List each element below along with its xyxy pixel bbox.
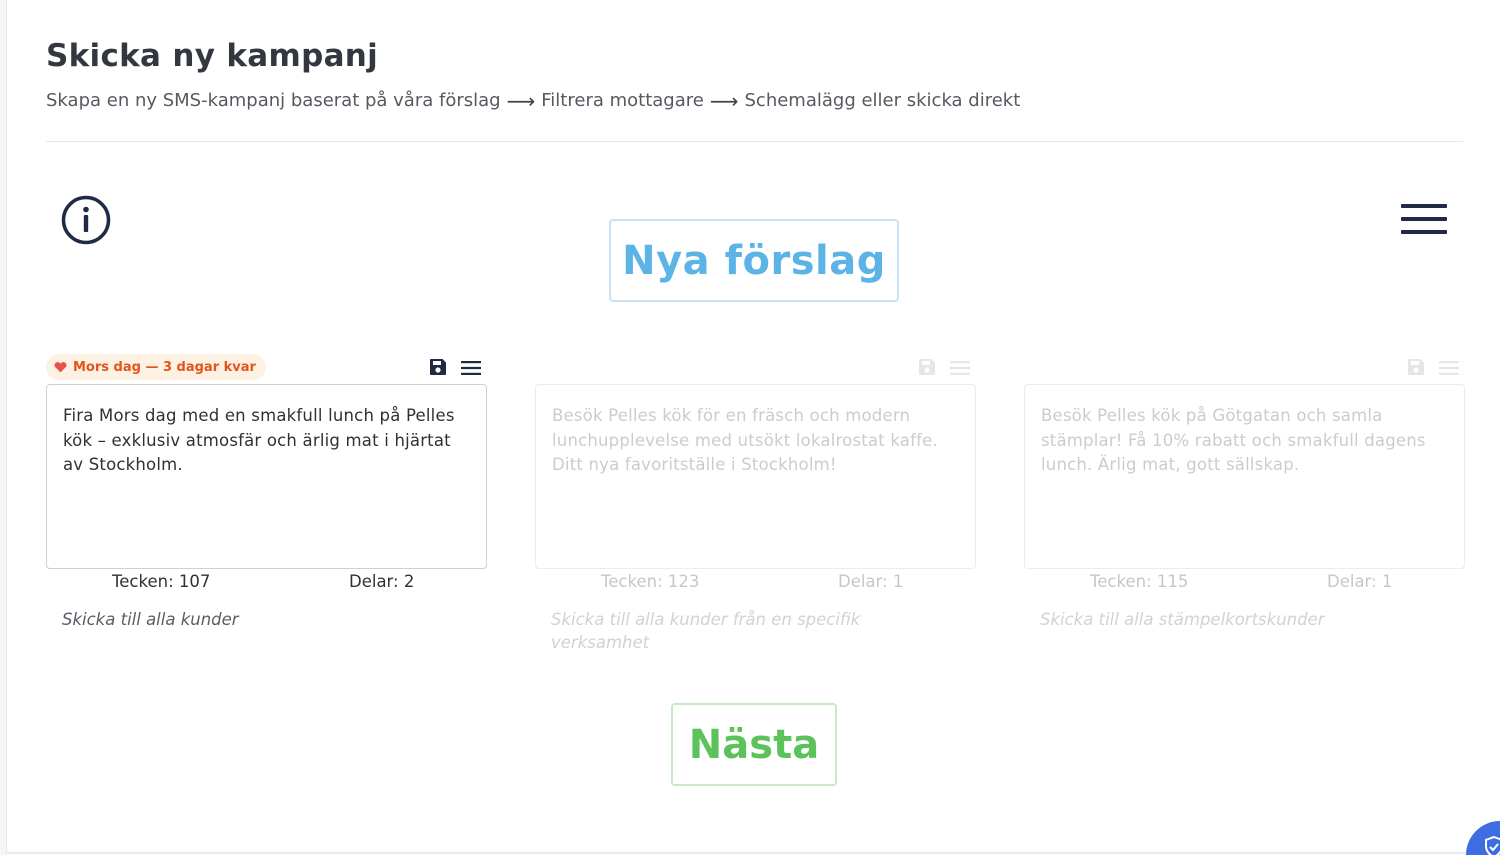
message-textarea[interactable]: Besök Pelles kök på Götgatan och samla s…: [1024, 384, 1465, 569]
shield-check-icon: [1485, 835, 1500, 855]
card-toolbar: [535, 352, 976, 384]
arrow-right-icon: ⟶: [709, 88, 739, 113]
step-3-label: Schemalägg eller skicka direkt: [744, 90, 1021, 111]
suggestion-card[interactable]: Besök Pelles kök på Götgatan och samla s…: [1024, 352, 1465, 629]
parts-count: Delar: 2: [349, 572, 415, 591]
parts-count: Delar: 1: [1327, 572, 1393, 591]
character-count: Tecken: 107: [112, 572, 211, 591]
floppy-disk-icon[interactable]: [1407, 358, 1425, 376]
card-toolbar: [1024, 352, 1465, 384]
page: Skicka ny kampanj Skapa en ny SMS-kampan…: [6, 0, 1500, 853]
steps-breadcrumb: Skapa en ny SMS-kampanj baserat på våra …: [46, 90, 1463, 111]
heart-icon: [54, 362, 67, 373]
hamburger-menu-icon[interactable]: [1401, 204, 1447, 236]
character-count: Tecken: 123: [601, 572, 700, 591]
message-textarea[interactable]: Fira Mors dag med en smakfull lunch på P…: [46, 384, 487, 569]
recipient-target: Skicka till alla kunder: [62, 610, 239, 629]
floppy-disk-icon[interactable]: [429, 358, 447, 376]
list-icon[interactable]: [1439, 360, 1459, 375]
suggestion-card[interactable]: Besök Pelles kök för en fräsch och moder…: [535, 352, 976, 652]
badge-label: Mors dag — 3 dagar kvar: [73, 359, 256, 375]
message-stats: Tecken: 107 Delar: 2: [46, 572, 487, 594]
card-toolbar: Mors dag — 3 dagar kvar: [46, 352, 487, 384]
parts-count: Delar: 1: [838, 572, 904, 591]
message-stats: Tecken: 123 Delar: 1: [535, 572, 976, 594]
message-stats: Tecken: 115 Delar: 1: [1024, 572, 1465, 594]
suggestion-card[interactable]: Mors dag — 3 dagar kvar Fira Mors dag me…: [46, 352, 487, 629]
list-icon[interactable]: [950, 360, 970, 375]
occasion-badge: Mors dag — 3 dagar kvar: [46, 354, 266, 380]
floppy-disk-icon[interactable]: [918, 358, 936, 376]
step-2-label: Filtrera mottagare: [541, 90, 704, 111]
step-1-label: Skapa en ny SMS-kampanj baserat på våra …: [46, 90, 501, 111]
info-circle-icon[interactable]: [60, 194, 112, 246]
recipient-target: Skicka till alla kunder från en specifik…: [551, 610, 861, 652]
arrow-right-icon: ⟶: [506, 88, 536, 113]
page-title: Skicka ny kampanj: [46, 38, 379, 74]
message-textarea[interactable]: Besök Pelles kök för en fräsch och moder…: [535, 384, 976, 569]
next-button[interactable]: Nästa: [671, 703, 837, 786]
page-header: Skicka ny kampanj Skapa en ny SMS-kampan…: [46, 38, 1463, 111]
character-count: Tecken: 115: [1090, 572, 1189, 591]
header-divider: [46, 141, 1463, 142]
new-suggestions-button[interactable]: Nya förslag: [609, 219, 899, 302]
recipient-target: Skicka till alla stämpelkortskunder: [1040, 610, 1325, 629]
list-icon[interactable]: [461, 360, 481, 375]
